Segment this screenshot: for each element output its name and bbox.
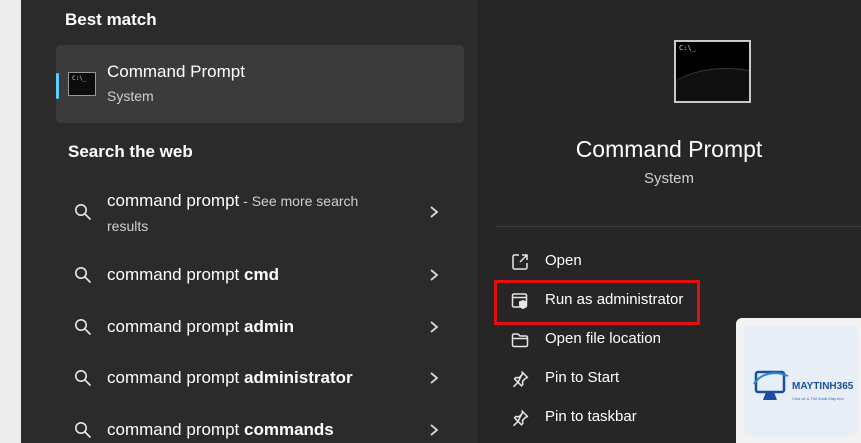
cmd-icon-prompt: C:\_ bbox=[679, 44, 696, 52]
highlight-annotation bbox=[494, 280, 700, 325]
suggestion-text: command prompt - See more search bbox=[107, 191, 359, 210]
chevron-right-icon bbox=[430, 321, 439, 333]
search-icon bbox=[75, 267, 91, 283]
detail-title: Command Prompt bbox=[575, 136, 763, 162]
folder-icon bbox=[511, 333, 529, 348]
chevron-right-icon bbox=[430, 372, 439, 384]
watermark-slogan: Chia sẻ & Thủ thuật Máy tính bbox=[792, 396, 844, 401]
cmd-icon-prompt: C:\_ bbox=[72, 75, 87, 82]
pin-icon bbox=[512, 409, 529, 427]
search-icon bbox=[75, 422, 91, 438]
action-label: Pin to taskbar bbox=[545, 408, 637, 425]
suggestion-text: command prompt administrator bbox=[107, 368, 353, 387]
best-match-subtitle: System bbox=[107, 88, 154, 104]
open-external-icon bbox=[512, 254, 528, 270]
best-match-heading: Best match bbox=[65, 10, 157, 29]
best-match-item[interactable]: C:\_ Command Prompt System bbox=[56, 45, 464, 123]
watermark-badge: MAYTINH365 Chia sẻ & Thủ thuật Máy tính bbox=[744, 326, 857, 436]
detail-subtitle: System bbox=[643, 170, 694, 187]
action-label: Pin to Start bbox=[545, 369, 620, 386]
web-suggestion[interactable]: command prompt admin bbox=[56, 312, 464, 342]
selection-indicator bbox=[56, 73, 59, 99]
suggestion-text: command prompt cmd bbox=[107, 265, 279, 284]
search-icon bbox=[75, 204, 91, 220]
search-icon bbox=[75, 319, 91, 335]
search-icon bbox=[75, 370, 91, 386]
web-suggestion[interactable]: command prompt - See more search results bbox=[56, 185, 464, 239]
best-match-title: Command Prompt bbox=[107, 62, 245, 81]
web-suggestion[interactable]: command prompt commands bbox=[56, 415, 464, 443]
suggestion-text: command prompt commands bbox=[107, 420, 334, 439]
watermark-logo: MAYTINH365 Chia sẻ & Thủ thuật Máy tính bbox=[736, 318, 861, 443]
cmd-icon: C:\_ bbox=[68, 72, 96, 96]
action-open[interactable]: Open bbox=[508, 250, 808, 274]
web-suggestion[interactable]: command prompt cmd bbox=[56, 260, 464, 290]
monitor-logo-icon bbox=[753, 370, 789, 400]
web-suggestion[interactable]: command prompt administrator bbox=[56, 363, 464, 393]
action-label: Open file location bbox=[545, 330, 661, 347]
chevron-right-icon bbox=[430, 206, 439, 218]
suggestion-text: command prompt admin bbox=[107, 317, 295, 336]
search-web-heading: Search the web bbox=[68, 142, 193, 161]
divider bbox=[495, 226, 861, 227]
cmd-icon: C:\_ bbox=[674, 40, 751, 103]
chevron-right-icon bbox=[430, 424, 439, 436]
window-edge bbox=[0, 0, 21, 443]
suggestion-text-line2: results bbox=[107, 218, 149, 234]
watermark-name: MAYTINH365 bbox=[792, 381, 854, 392]
chevron-right-icon bbox=[430, 269, 439, 281]
pin-icon bbox=[512, 370, 529, 388]
action-label: Open bbox=[545, 252, 582, 269]
cmd-icon-glare bbox=[676, 68, 749, 101]
